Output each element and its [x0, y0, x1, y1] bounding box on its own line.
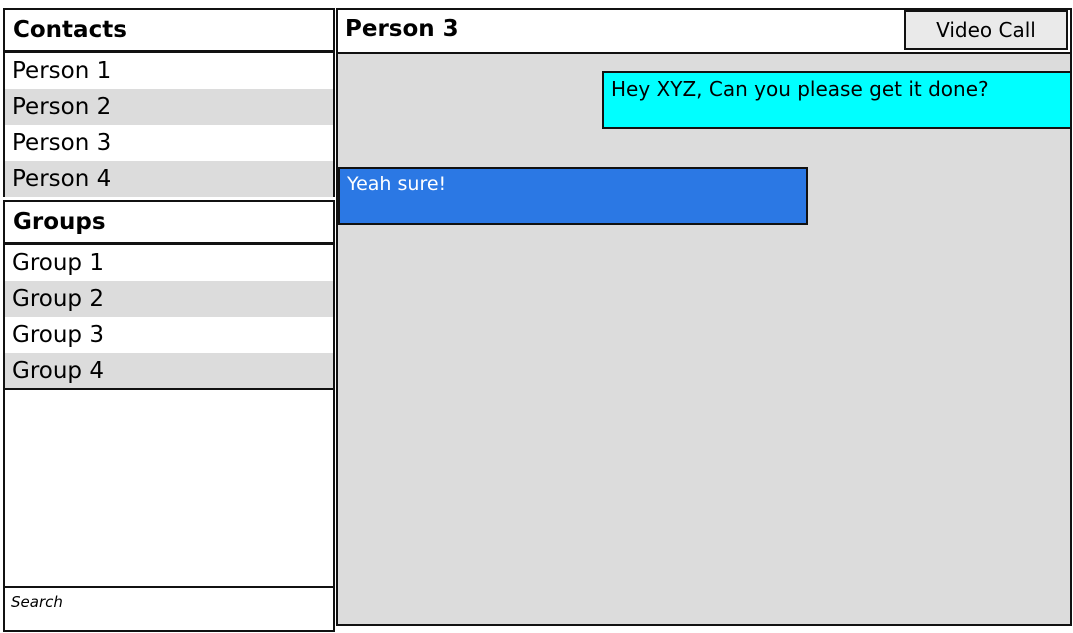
- contact-item-person-2[interactable]: Person 2: [5, 89, 333, 125]
- message-sent: Hey XYZ, Can you please get it done?: [602, 71, 1072, 129]
- sidebar: Contacts Person 1 Person 2 Person 3 Pers…: [1, 6, 335, 632]
- message-received: Yeah sure!: [338, 167, 808, 225]
- chat-header: Person 3 Video Call: [336, 8, 1072, 54]
- chat-messages-area[interactable]: Hey XYZ, Can you please get it done? Yea…: [336, 54, 1072, 626]
- groups-list: Group 1 Group 2 Group 3 Group 4: [3, 243, 335, 389]
- chat-title: Person 3: [345, 16, 459, 42]
- group-item-group-1[interactable]: Group 1: [5, 245, 333, 281]
- groups-title: Groups: [13, 209, 106, 235]
- contact-item-person-3[interactable]: Person 3: [5, 125, 333, 161]
- group-item-group-4[interactable]: Group 4: [5, 353, 333, 389]
- contacts-header: Contacts: [3, 8, 335, 52]
- search-box: [3, 586, 335, 632]
- contact-item-person-1[interactable]: Person 1: [5, 53, 333, 89]
- video-call-button[interactable]: Video Call: [904, 10, 1068, 50]
- group-item-group-3[interactable]: Group 3: [5, 317, 333, 353]
- contacts-title: Contacts: [13, 17, 127, 43]
- group-item-group-2[interactable]: Group 2: [5, 281, 333, 317]
- contact-item-person-4[interactable]: Person 4: [5, 161, 333, 197]
- groups-header: Groups: [3, 200, 335, 244]
- search-input[interactable]: [11, 592, 311, 612]
- chat-app: Contacts Person 1 Person 2 Person 3 Pers…: [0, 0, 1073, 633]
- contacts-list: Person 1 Person 2 Person 3 Person 4: [3, 51, 335, 197]
- sidebar-empty-area: [3, 388, 335, 588]
